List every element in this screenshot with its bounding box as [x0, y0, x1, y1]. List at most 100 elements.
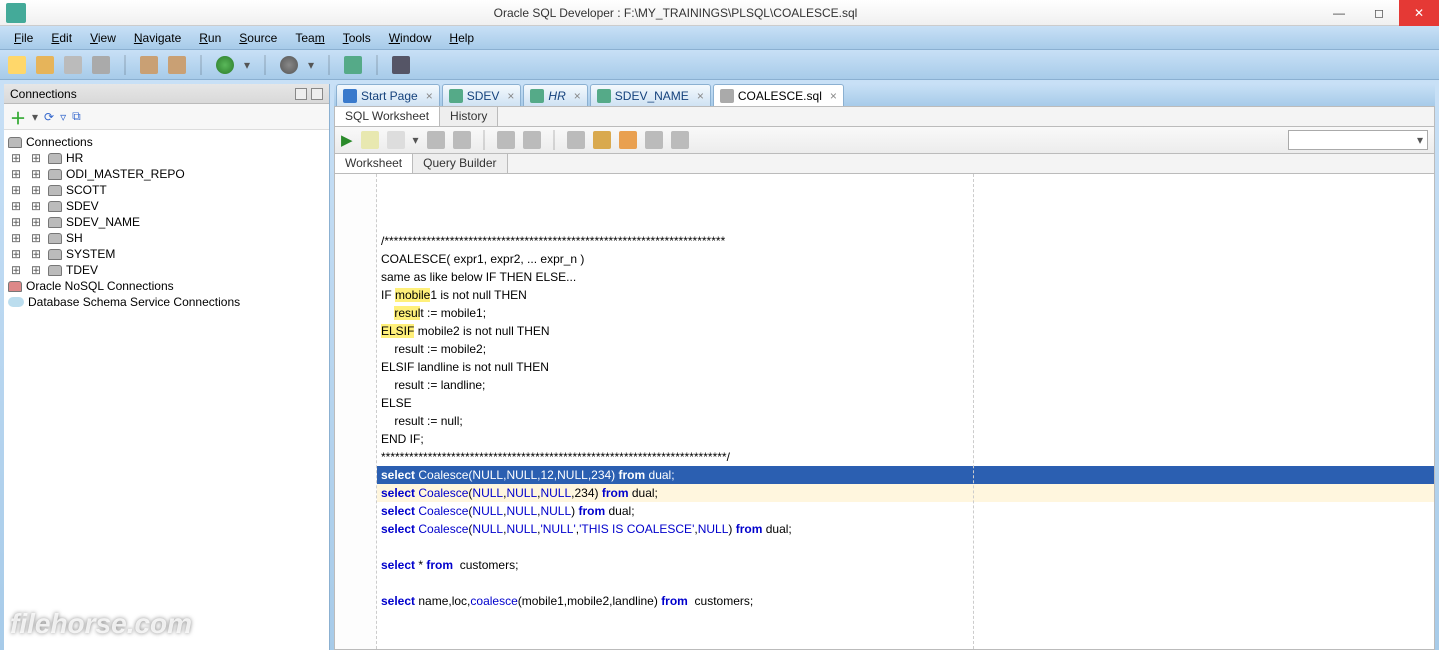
tree-connection[interactable]: HR	[6, 150, 327, 166]
code-area[interactable]: /***************************************…	[377, 174, 1434, 649]
panel-minimize-icon[interactable]	[295, 88, 307, 100]
run-statement-icon[interactable]: ▶	[341, 131, 353, 149]
expand-icon[interactable]	[28, 263, 44, 277]
menu-help[interactable]: Help	[441, 29, 482, 47]
code-line[interactable]: END IF;	[377, 430, 1434, 448]
wstab-worksheet[interactable]: Worksheet	[335, 154, 413, 173]
expand-icon[interactable]	[28, 167, 44, 181]
commit-icon[interactable]	[453, 131, 471, 149]
code-line[interactable]	[377, 538, 1434, 556]
tree-connection[interactable]: SDEV	[6, 198, 327, 214]
close-tab-icon[interactable]: ×	[574, 89, 581, 103]
new-connection-icon[interactable]: ＋	[10, 105, 26, 129]
code-line[interactable]: select Coalesce(NULL,NULL,NULL) from dua…	[377, 502, 1434, 520]
expand-icon[interactable]	[8, 231, 24, 245]
chevron-down-icon[interactable]: ▾	[32, 110, 38, 124]
maximize-button[interactable]: ◻	[1359, 0, 1399, 26]
format-icon[interactable]	[645, 131, 663, 149]
redo-icon[interactable]	[168, 56, 186, 74]
code-editor[interactable]: /***************************************…	[334, 174, 1435, 650]
code-line[interactable]: select Coalesce(NULL,NULL,12,NULL,234) f…	[377, 466, 1434, 484]
binoculars-icon[interactable]	[392, 56, 410, 74]
code-line[interactable]: IF mobile1 is not null THEN	[377, 286, 1434, 304]
expand-icon[interactable]	[8, 263, 24, 277]
expand-icon[interactable]	[8, 183, 24, 197]
code-line[interactable]: result := mobile1;	[377, 304, 1434, 322]
code-line[interactable]: result := landline;	[377, 376, 1434, 394]
tree-root[interactable]: Connections	[6, 134, 327, 150]
close-button[interactable]: ✕	[1399, 0, 1439, 26]
tree-connection[interactable]: ODI_MASTER_REPO	[6, 166, 327, 182]
code-line[interactable]: select Coalesce(NULL,NULL,NULL,234) from…	[377, 484, 1434, 502]
explain-plan-icon[interactable]	[387, 131, 405, 149]
folder-icon[interactable]: ⧉	[72, 109, 81, 124]
editor-tab[interactable]: Start Page×	[336, 84, 440, 106]
code-line[interactable]: select Coalesce(NULL,NULL,'NULL','THIS I…	[377, 520, 1434, 538]
menu-edit[interactable]: Edit	[43, 29, 80, 47]
code-line[interactable]: select * from customers;	[377, 556, 1434, 574]
menu-team[interactable]: Team	[287, 29, 332, 47]
code-line[interactable]: same as like below IF THEN ELSE...	[377, 268, 1434, 286]
panel-restore-icon[interactable]	[311, 88, 323, 100]
debug-icon[interactable]	[280, 56, 298, 74]
menu-source[interactable]: Source	[231, 29, 285, 47]
connection-dropdown[interactable]: ▾	[1288, 130, 1428, 150]
connection-tree[interactable]: Connections HRODI_MASTER_REPOSCOTTSDEVSD…	[4, 130, 329, 650]
wstab-querybuilder[interactable]: Query Builder	[413, 154, 507, 173]
code-line[interactable]: ELSE	[377, 394, 1434, 412]
describe-icon[interactable]	[671, 131, 689, 149]
chevron-down-icon[interactable]: ▾	[308, 58, 314, 72]
unshared-icon[interactable]	[523, 131, 541, 149]
case-icon[interactable]	[593, 131, 611, 149]
tree-connection[interactable]: SYSTEM	[6, 246, 327, 262]
new-icon[interactable]	[8, 56, 26, 74]
code-line[interactable]: ELSIF landline is not null THEN	[377, 358, 1434, 376]
close-tab-icon[interactable]: ×	[830, 89, 837, 103]
editor-tab[interactable]: HR×	[523, 84, 587, 106]
expand-icon[interactable]	[8, 167, 24, 181]
close-tab-icon[interactable]: ×	[426, 89, 433, 103]
rollback-icon[interactable]	[497, 131, 515, 149]
autotrace-icon[interactable]	[427, 131, 445, 149]
save-icon[interactable]	[64, 56, 82, 74]
clear-icon[interactable]	[619, 131, 637, 149]
expand-icon[interactable]	[28, 247, 44, 261]
open-icon[interactable]	[36, 56, 54, 74]
expand-icon[interactable]	[28, 183, 44, 197]
saveall-icon[interactable]	[92, 56, 110, 74]
expand-icon[interactable]	[8, 247, 24, 261]
chevron-down-icon[interactable]: ▾	[244, 58, 250, 72]
expand-icon[interactable]	[8, 199, 24, 213]
menu-window[interactable]: Window	[381, 29, 440, 47]
tree-cloud[interactable]: Database Schema Service Connections	[6, 294, 327, 310]
menu-file[interactable]: File	[6, 29, 41, 47]
expand-icon[interactable]	[28, 215, 44, 229]
editor-tab[interactable]: SDEV_NAME×	[590, 84, 711, 106]
expand-icon[interactable]	[8, 151, 24, 165]
code-line[interactable]: COALESCE( expr1, expr2, ... expr_n )	[377, 250, 1434, 268]
code-line[interactable]: result := null;	[377, 412, 1434, 430]
menu-tools[interactable]: Tools	[335, 29, 379, 47]
expand-icon[interactable]	[28, 151, 44, 165]
expand-icon[interactable]	[8, 215, 24, 229]
tree-nosql[interactable]: Oracle NoSQL Connections	[6, 278, 327, 294]
tree-connection[interactable]: SCOTT	[6, 182, 327, 198]
tree-connection[interactable]: SDEV_NAME	[6, 214, 327, 230]
code-line[interactable]: select name,loc,coalesce(mobile1,mobile2…	[377, 592, 1434, 610]
code-line[interactable]: /***************************************…	[377, 232, 1434, 250]
expand-icon[interactable]	[28, 199, 44, 213]
refresh-icon[interactable]: ⟳	[44, 110, 54, 124]
code-line[interactable]: ELSIF mobile2 is not null THEN	[377, 322, 1434, 340]
menu-view[interactable]: View	[82, 29, 124, 47]
close-tab-icon[interactable]: ×	[507, 89, 514, 103]
subtab-sqlworksheet[interactable]: SQL Worksheet	[335, 107, 440, 126]
sql-icon[interactable]	[344, 56, 362, 74]
tree-connection[interactable]: TDEV	[6, 262, 327, 278]
run-script-icon[interactable]	[361, 131, 379, 149]
sqlhistory-icon[interactable]	[567, 131, 585, 149]
code-line[interactable]: result := mobile2;	[377, 340, 1434, 358]
run-icon[interactable]	[216, 56, 234, 74]
tree-connection[interactable]: SH	[6, 230, 327, 246]
code-line[interactable]	[377, 574, 1434, 592]
filter-icon[interactable]: ▿	[60, 110, 66, 124]
